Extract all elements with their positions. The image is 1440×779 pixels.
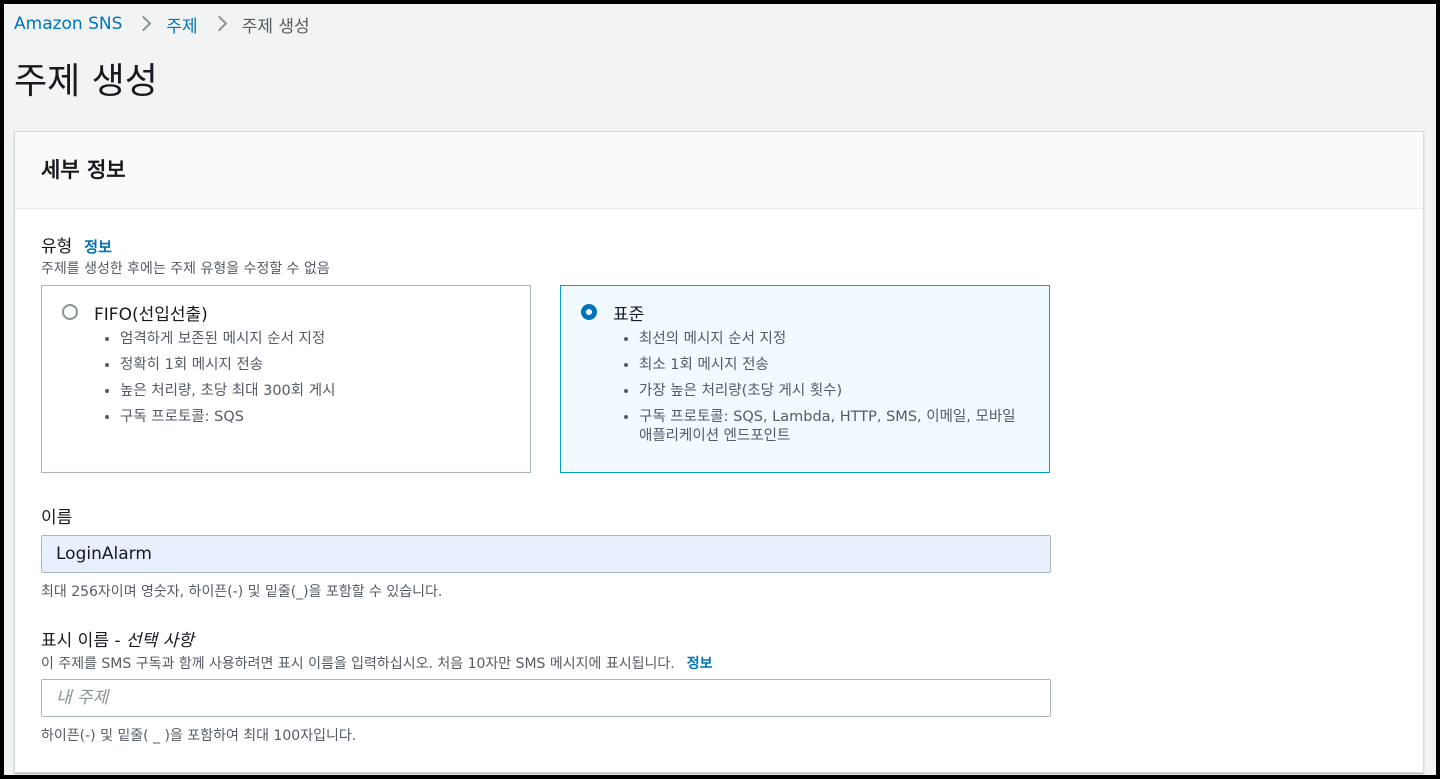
- standard-features: 최선의 메시지 순서 지정 최소 1회 메시지 전송 가장 높은 처리량(초당 …: [619, 330, 1029, 453]
- details-heading: 세부 정보: [41, 158, 126, 182]
- type-option-standard[interactable]: 표준 최선의 메시지 순서 지정 최소 1회 메시지 전송 가장 높은 처리량(…: [560, 285, 1050, 473]
- type-label-row: 유형 정보: [41, 232, 112, 257]
- standard-title: 표준: [613, 305, 645, 325]
- type-label: 유형: [41, 237, 73, 257]
- fifo-features: 엄격하게 보존된 메시지 순서 지정 정확히 1회 메시지 전송 높은 처리량,…: [100, 330, 520, 434]
- display-name-label-row: 표시 이름 - 선택 사항: [41, 626, 194, 651]
- page-title: 주제 생성: [14, 61, 158, 102]
- app-frame: Amazon SNS 주제 주제 생성 주제 생성 세부 정보 유형 정보 주제를…: [4, 4, 1436, 775]
- chevron-right-icon: [138, 12, 150, 36]
- display-name-description: 이 주제를 SMS 구독과 함께 사용하려면 표시 이름을 입력하십시오. 처음…: [41, 656, 675, 672]
- standard-radio[interactable]: [581, 304, 597, 320]
- fifo-title: FIFO(선입선출): [94, 305, 208, 325]
- display-name-optional: 선택 사항: [125, 631, 194, 651]
- chevron-right-icon: [214, 12, 226, 36]
- type-info-link[interactable]: 정보: [84, 238, 112, 256]
- fifo-feature: 높은 처리량, 초당 최대 300회 게시: [120, 382, 520, 401]
- type-description: 주제를 생성한 후에는 주제 유형을 수정할 수 없음: [41, 261, 330, 277]
- fifo-feature: 구독 프로토콜: SQS: [120, 408, 520, 427]
- breadcrumb-topics[interactable]: 주제: [166, 12, 197, 37]
- details-panel: 세부 정보 유형 정보 주제를 생성한 후에는 주제 유형을 수정할 수 없음 F…: [14, 131, 1424, 773]
- name-hint: 최대 256자이며 영숫자, 하이픈(-) 및 밑줄(_)을 포함할 수 있습니…: [41, 584, 443, 600]
- name-label: 이름: [41, 508, 73, 528]
- fifo-feature: 엄격하게 보존된 메시지 순서 지정: [120, 330, 520, 349]
- display-name-description-row: 이 주제를 SMS 구독과 함께 사용하려면 표시 이름을 입력하십시오. 처음…: [41, 653, 712, 673]
- breadcrumb-amazon-sns[interactable]: Amazon SNS: [14, 14, 122, 34]
- details-panel-header: 세부 정보: [15, 132, 1423, 209]
- fifo-feature: 정확히 1회 메시지 전송: [120, 356, 520, 375]
- display-name-label: 표시 이름 -: [41, 631, 126, 651]
- display-name-hint: 하이픈(-) 및 밑줄( _ )을 포함하여 최대 100자입니다.: [41, 728, 357, 744]
- fifo-radio[interactable]: [62, 304, 78, 320]
- standard-feature: 최선의 메시지 순서 지정: [639, 330, 1029, 349]
- standard-feature: 가장 높은 처리량(초당 게시 횟수): [639, 382, 1029, 401]
- standard-feature: 최소 1회 메시지 전송: [639, 356, 1029, 375]
- display-name-input[interactable]: [41, 679, 1051, 717]
- display-name-info-link[interactable]: 정보: [687, 656, 713, 672]
- standard-feature: 구독 프로토콜: SQS, Lambda, HTTP, SMS, 이메일, 모바…: [639, 408, 1029, 446]
- breadcrumb: Amazon SNS 주제 주제 생성: [14, 12, 310, 37]
- type-option-fifo[interactable]: FIFO(선입선출) 엄격하게 보존된 메시지 순서 지정 정확히 1회 메시지…: [41, 285, 531, 473]
- name-input[interactable]: [41, 535, 1051, 573]
- breadcrumb-create-topic: 주제 생성: [241, 16, 310, 37]
